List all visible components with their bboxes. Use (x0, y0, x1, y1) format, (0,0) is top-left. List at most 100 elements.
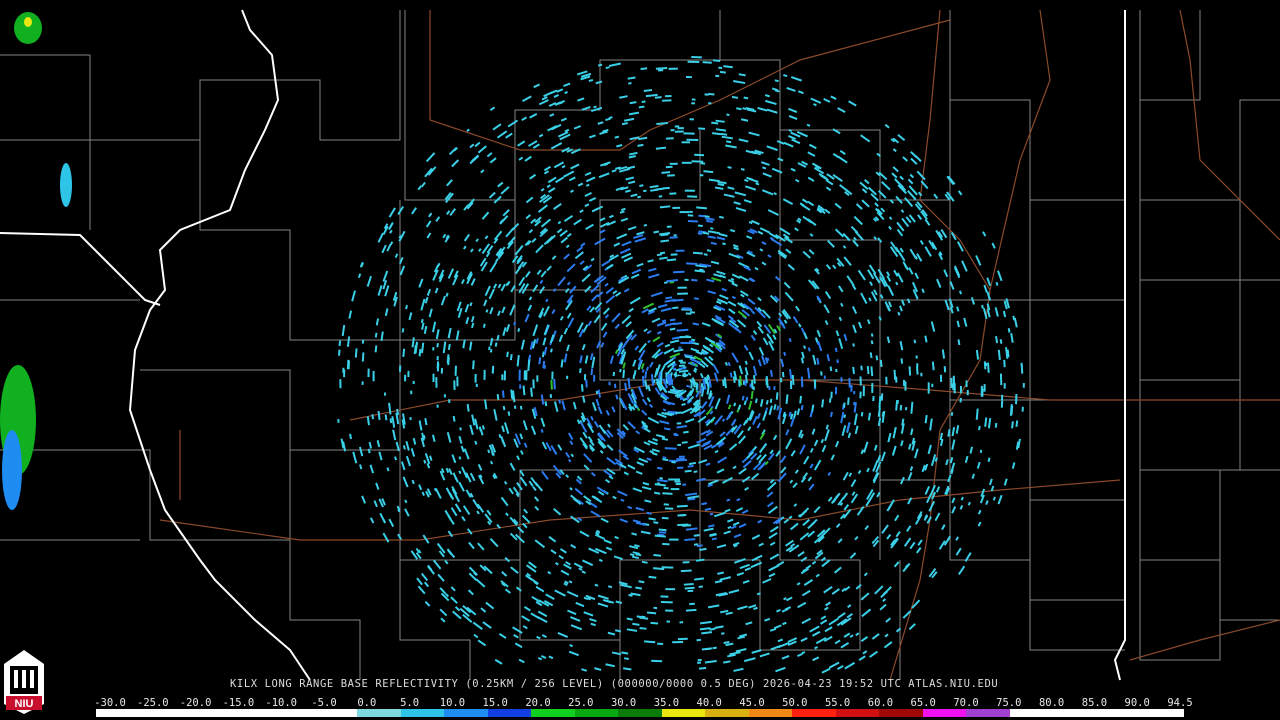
colorbar-segment (1009, 709, 1054, 717)
echo-speck (681, 161, 692, 164)
echo-speck (927, 382, 930, 394)
echo-speck (665, 588, 676, 591)
echo-speck (689, 210, 693, 213)
echo-speck (687, 60, 700, 64)
product-title: KILX LONG RANGE BASE REFLECTIVITY (0.25K… (230, 678, 999, 690)
colorbar-segment (487, 709, 532, 717)
radar-map (0, 0, 1280, 720)
colorbar-tick: 10.0 (439, 697, 466, 709)
echo-speck (700, 162, 706, 165)
echo-speck (823, 375, 826, 379)
echo-speck (361, 381, 364, 385)
echo-speck (1000, 400, 1004, 408)
echo-speck (689, 118, 694, 121)
echo-speck (519, 384, 522, 389)
echo-speck (503, 370, 506, 381)
colorbar-segment (574, 709, 619, 717)
colorbar-tick: 50.0 (782, 697, 808, 709)
echo-speck (715, 74, 720, 78)
colorbar-tick: 85.0 (1081, 697, 1108, 709)
colorbar-segment (400, 709, 445, 717)
echo-speck (904, 381, 907, 391)
echo-speck (675, 483, 681, 485)
colorbar-segment (792, 709, 836, 717)
echo-speck (999, 373, 1003, 386)
echo-speck (691, 98, 696, 101)
echo-speck (653, 606, 658, 610)
colorbar-ticks: -30.0 -25.0 -20.0 -15.0 -10.0 -5.0 0.0 5.0 10.0 1… (90, 697, 1200, 709)
echo-speck (585, 379, 588, 388)
echo-speck (820, 371, 823, 376)
echo-speck (684, 189, 695, 192)
echo-speck (677, 443, 682, 446)
echo-speck (676, 422, 682, 425)
colorbar-segment (1096, 709, 1141, 717)
echo-speck (680, 361, 686, 364)
echo-speck (687, 589, 694, 593)
echo-speck (614, 383, 617, 389)
echo-speck (518, 369, 521, 381)
echo-speck (686, 138, 699, 142)
radar-site (673, 376, 687, 390)
colorbar-tick: 25.0 (568, 697, 594, 709)
colorbar-segment (183, 709, 227, 717)
echo-speck (678, 455, 685, 458)
echo-speck (773, 386, 776, 390)
echo-speck (399, 365, 402, 372)
echo-speck (939, 374, 943, 382)
echo-speck (672, 162, 678, 165)
echo-speck (672, 206, 681, 209)
echo-speck (666, 225, 672, 228)
colorbar-segment (835, 709, 880, 717)
echo-speck (701, 383, 704, 388)
echo-speck (672, 641, 684, 644)
echo-speck (679, 336, 692, 339)
echo-speck (790, 380, 793, 390)
colorbar-tick: -25.0 (136, 697, 169, 709)
colorbar-tick: 94.5 (1167, 697, 1193, 709)
echo-speck (675, 249, 685, 252)
echo-speck (669, 538, 679, 541)
echo-speck (682, 561, 690, 564)
echo-speck (678, 364, 685, 367)
echo-speck (432, 373, 435, 382)
echo-speck (456, 376, 459, 387)
echo-speck (383, 392, 387, 396)
echo-speck (475, 383, 478, 387)
echo-speck (448, 399, 451, 403)
echo-speck (959, 385, 963, 394)
echo-speck (474, 374, 477, 383)
echo-speck (669, 162, 674, 165)
echo-speck (412, 380, 415, 384)
echo-speck (436, 356, 439, 361)
echo-speck (959, 397, 962, 403)
echo-speck (339, 379, 342, 389)
echo-speck (848, 377, 851, 388)
echo-speck (840, 377, 843, 382)
echo-speck (677, 286, 687, 289)
echo-speck (1020, 362, 1023, 367)
echo-speck (1003, 383, 1006, 389)
echo-speck (749, 383, 752, 388)
echo-speck (684, 278, 689, 281)
echo-speck (436, 363, 440, 372)
echo-speck (677, 292, 688, 295)
colorbar-tick: 15.0 (482, 697, 508, 709)
colorbar-segment (618, 709, 662, 717)
echo-speck (673, 432, 677, 436)
colorbar-tick: 45.0 (739, 697, 765, 709)
echo-speck (453, 380, 456, 390)
colorbar-tick: 20.0 (525, 697, 551, 709)
echo-speck (850, 384, 853, 392)
colorbar (96, 709, 1184, 717)
echo-speck (612, 371, 616, 377)
colorbar-segment (879, 709, 923, 717)
echo-speck (668, 67, 678, 70)
echo-speck (682, 307, 691, 310)
niu-logo: NIU (2, 646, 46, 716)
echo-speck (691, 102, 695, 105)
echo-speck (665, 507, 674, 510)
echo-speck (813, 379, 817, 388)
echo-speck (689, 602, 695, 606)
echo-speck (680, 514, 687, 517)
